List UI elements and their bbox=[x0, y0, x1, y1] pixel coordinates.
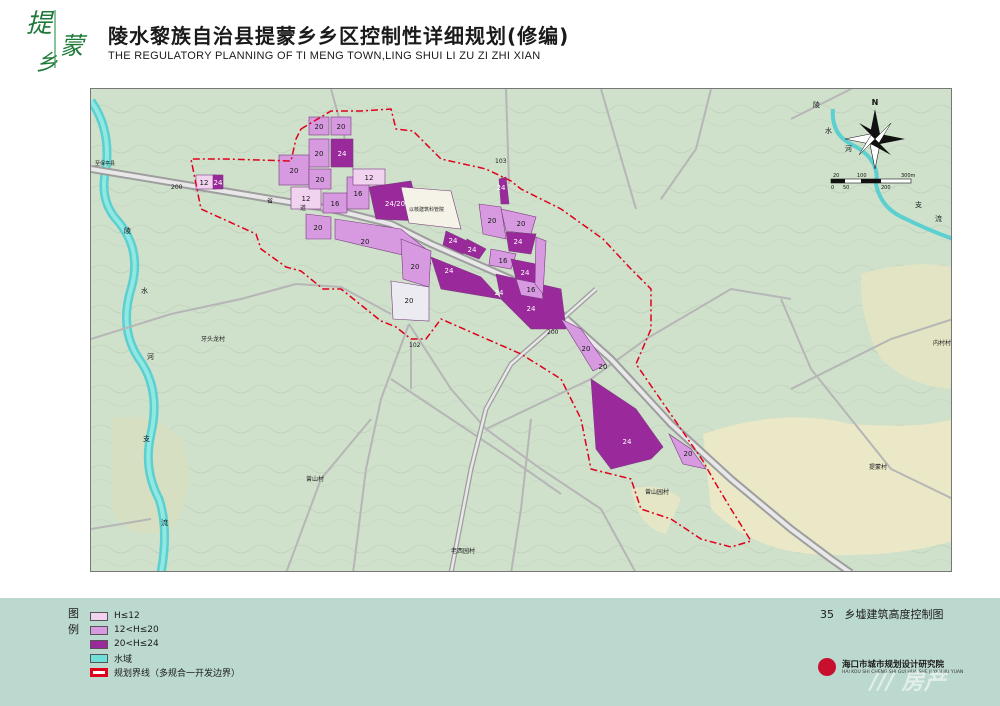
logo-char-1: 提 bbox=[26, 9, 55, 39]
legend-item-low: H≤12 bbox=[90, 610, 140, 622]
block-label: 24 bbox=[497, 184, 506, 192]
block-label: 20 bbox=[684, 450, 693, 458]
block-label: 24 bbox=[623, 438, 632, 446]
block-label: 20 bbox=[517, 220, 526, 228]
legend-label: 12<H≤20 bbox=[114, 625, 159, 635]
legend-item-boundary: 规划界线（多规合一开发边界） bbox=[90, 666, 241, 679]
river-label: 流 bbox=[161, 518, 168, 527]
river-label: 水 bbox=[141, 286, 148, 295]
block-label: 24 bbox=[468, 246, 477, 254]
river-label: 河 bbox=[147, 353, 154, 361]
institute-logo-icon bbox=[818, 658, 836, 676]
block-label: 16 bbox=[354, 190, 363, 198]
legend-label: H≤12 bbox=[114, 611, 140, 621]
village-label: 牙头龙村 bbox=[201, 335, 225, 343]
watermark: /// 房产 bbox=[870, 670, 946, 695]
school-label: 以核建筑科管院 bbox=[409, 206, 444, 213]
block-label: 24 bbox=[338, 150, 347, 158]
header: 提 蒙 乡 陵水黎族自治县提蒙乡乡区控制性详细规划(修编) THE REGULA… bbox=[0, 0, 1000, 80]
block-label: 24 bbox=[514, 238, 523, 246]
town-logo: 提 蒙 乡 bbox=[26, 9, 88, 72]
road-label: 200 bbox=[171, 184, 183, 191]
legend-label: 规划界线（多规合一开发边界） bbox=[114, 668, 241, 679]
block-label: 20 bbox=[290, 167, 299, 175]
block-label: 24 bbox=[445, 267, 454, 275]
scale-top-label: 20 bbox=[833, 173, 839, 179]
scale-top-label: 300m bbox=[901, 173, 916, 179]
block-label: 20 bbox=[314, 224, 323, 232]
legend-label: 20<H≤24 bbox=[114, 639, 159, 649]
block-label: 24 bbox=[214, 179, 223, 187]
village-label: 曾山村 bbox=[306, 475, 324, 483]
block-label: 20 bbox=[315, 123, 324, 131]
legend-swatch bbox=[90, 611, 108, 621]
road-label: 至保亭县 bbox=[95, 160, 115, 167]
block-label: 20 bbox=[411, 263, 420, 271]
block-label: 24 bbox=[521, 269, 530, 277]
planning-map[interactable]: 20 20 24 20 20 12 20 16 16 12 12 24 24/2… bbox=[91, 89, 952, 572]
legend-item-mid: 12<H≤20 bbox=[90, 624, 159, 636]
stream-label: 支 bbox=[915, 200, 922, 209]
block-label: 24 bbox=[527, 305, 536, 313]
block-label: 12 bbox=[200, 179, 209, 187]
block-label: 12 bbox=[365, 174, 374, 182]
village-label: 曾山园村 bbox=[645, 488, 669, 496]
block-label: 20 bbox=[582, 345, 591, 353]
block-label: 16 bbox=[331, 200, 340, 208]
sheet-title: 35 乡墟建筑高度控制图 bbox=[820, 606, 944, 622]
block-label: 16 bbox=[499, 257, 508, 265]
block-label: 20 bbox=[361, 238, 370, 246]
road-label: 道 bbox=[300, 204, 306, 212]
legend-swatch bbox=[90, 653, 108, 663]
footer-panel: 图例 H≤12 12<H≤20 20<H≤24 水域 规划界线（多规合一开发边界… bbox=[0, 598, 1000, 706]
scale-bottom-label: 50 bbox=[843, 185, 849, 191]
block-label: 20 bbox=[316, 176, 325, 184]
block-label: 24/20 bbox=[385, 200, 405, 208]
block-label: 20 bbox=[315, 150, 324, 158]
river-label: 支 bbox=[143, 434, 150, 443]
road-label: 103 bbox=[495, 158, 507, 165]
map-frame[interactable]: 20 20 24 20 20 12 20 16 16 12 12 24 24/2… bbox=[90, 88, 952, 572]
legend-swatch bbox=[90, 639, 108, 649]
page-subtitle: THE REGULATORY PLANNING OF TI MENG TOWN,… bbox=[108, 50, 541, 62]
block-label: 20 bbox=[405, 297, 414, 305]
road-label: 102 bbox=[409, 342, 421, 349]
block-label: 20 bbox=[599, 363, 608, 371]
block-label: 24 bbox=[495, 289, 504, 297]
stream-label: 水 bbox=[825, 126, 832, 135]
stream-label: 河 bbox=[845, 145, 852, 153]
river-label: 陵 bbox=[124, 226, 131, 235]
village-label: 内村村 bbox=[933, 339, 951, 347]
north-label: N bbox=[872, 98, 879, 107]
village-label: 老西园村 bbox=[451, 547, 475, 555]
page-title: 陵水黎族自治县提蒙乡乡区控制性详细规划(修编) bbox=[108, 24, 570, 48]
legend-heading: 图例 bbox=[68, 607, 79, 636]
block-label: 20 bbox=[488, 217, 497, 225]
sheet-number: 35 bbox=[820, 608, 834, 621]
scale-bottom-label: 200 bbox=[881, 185, 891, 191]
block-label: 16 bbox=[527, 286, 536, 294]
legend-swatch bbox=[90, 625, 108, 635]
legend-item-water: 水域 bbox=[90, 652, 133, 665]
legend-item-high: 20<H≤24 bbox=[90, 638, 159, 650]
stream-label: 流 bbox=[935, 214, 942, 223]
block-label: 20 bbox=[337, 123, 346, 131]
stream-label: 陵 bbox=[813, 100, 820, 109]
logo-char-2: 蒙 bbox=[60, 32, 88, 60]
legend-swatch bbox=[90, 667, 108, 677]
village-label: 提蒙村 bbox=[869, 463, 887, 471]
scale-top-label: 100 bbox=[857, 173, 867, 179]
sheet-name: 乡墟建筑高度控制图 bbox=[844, 608, 944, 621]
block-label: 12 bbox=[302, 195, 311, 203]
legend-label: 水域 bbox=[114, 654, 133, 665]
road-label: 省 bbox=[267, 197, 273, 205]
road-label: 200 bbox=[547, 329, 559, 336]
scale-bottom-label: 0 bbox=[831, 185, 834, 191]
block-label: 24 bbox=[449, 237, 458, 245]
